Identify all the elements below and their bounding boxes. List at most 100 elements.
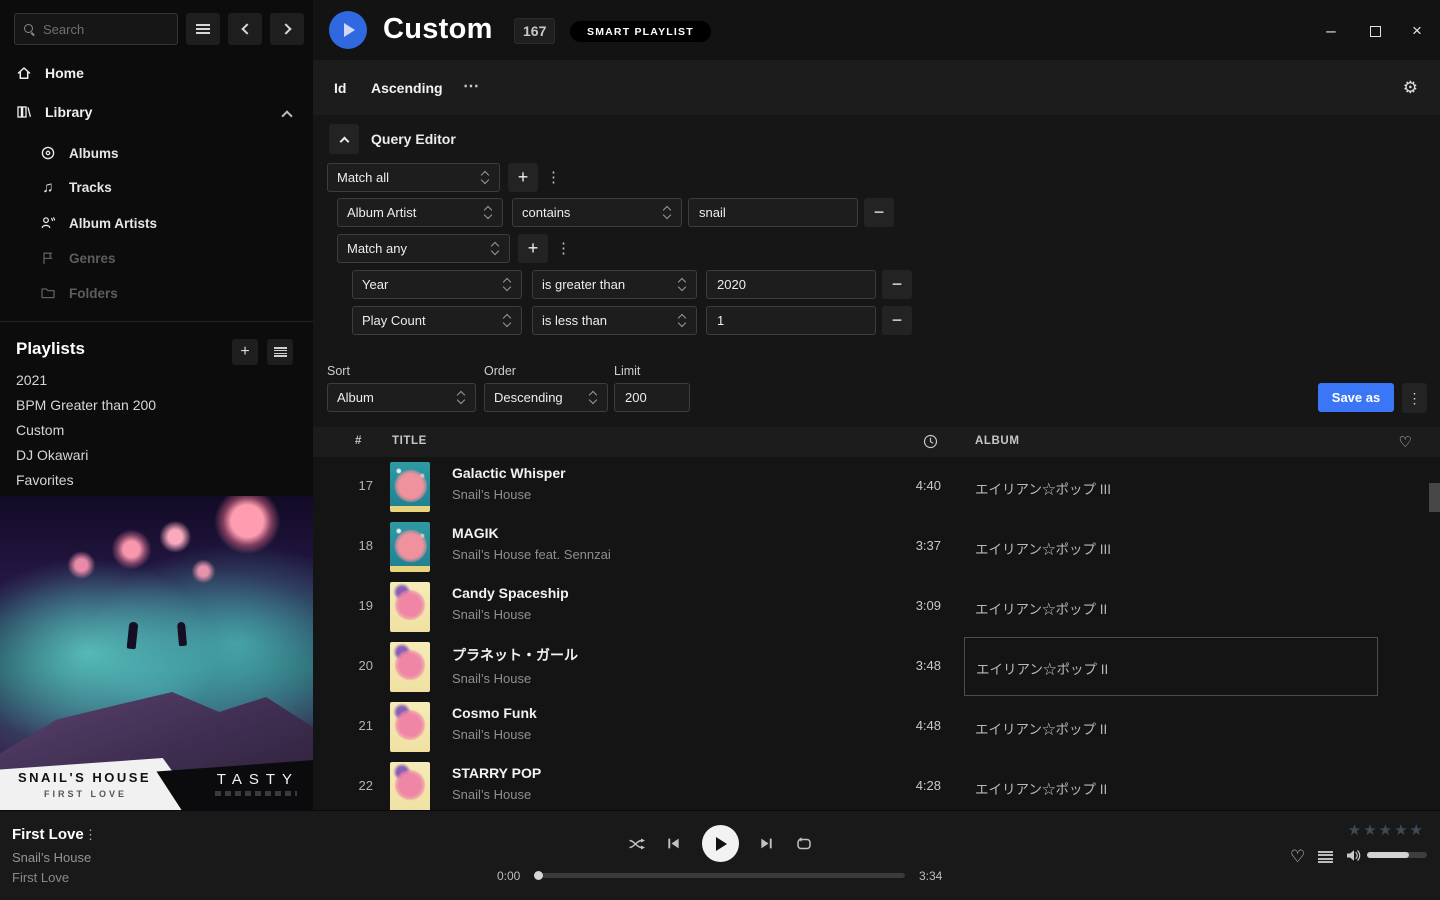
more-options-button[interactable]: ⋯: [463, 76, 480, 96]
volume-icon[interactable]: [1345, 848, 1362, 863]
play-playlist-button[interactable]: [329, 11, 367, 49]
rule3-value-input[interactable]: [706, 306, 876, 335]
playlist-view-button[interactable]: [267, 339, 293, 365]
playlist-item[interactable]: Favorites: [16, 472, 74, 488]
repeat-button[interactable]: [795, 835, 813, 853]
add-playlist-button[interactable]: +: [232, 339, 258, 365]
menu-button[interactable]: [186, 13, 220, 45]
shuffle-button[interactable]: [628, 835, 646, 853]
window-minimize-button[interactable]: –: [1322, 22, 1340, 40]
sidebar-item-library[interactable]: Library: [16, 104, 92, 120]
add-rule-button-2[interactable]: +: [518, 234, 548, 263]
seek-bar[interactable]: [535, 873, 905, 878]
select-caret-icon: [503, 313, 512, 328]
playlist-item[interactable]: Custom: [16, 422, 64, 438]
star-icon[interactable]: ★: [1363, 821, 1376, 839]
column-title[interactable]: TITLE: [392, 435, 427, 447]
rule2-field-select[interactable]: Year: [352, 270, 522, 299]
match-mode-select-1[interactable]: Match all: [327, 163, 500, 192]
column-album[interactable]: ALBUM: [975, 435, 1020, 447]
select-caret-icon: [484, 205, 493, 220]
album-art-thumbnail: [390, 762, 430, 810]
order-select[interactable]: Descending: [484, 383, 608, 412]
rule3-remove-button[interactable]: −: [882, 306, 912, 335]
sidebar-item-tracks[interactable]: ♫ Tracks: [40, 180, 112, 195]
table-row[interactable]: 20 プラネット・ガール Snail’s House 3:48 エイリアン☆ポッ…: [313, 637, 1440, 697]
rule1-operator-select[interactable]: contains: [512, 198, 682, 227]
rule3-field-select[interactable]: Play Count: [352, 306, 522, 335]
rule2-remove-button[interactable]: −: [882, 270, 912, 299]
collapse-library-icon[interactable]: [281, 110, 292, 121]
table-row[interactable]: 21 Cosmo Funk Snail’s House 4:48 エイリアン☆ポ…: [313, 697, 1440, 757]
search-box[interactable]: [14, 13, 178, 45]
favorite-column-heart-icon[interactable]: ♡: [1399, 433, 1412, 451]
playlist-item[interactable]: 2021: [16, 372, 47, 388]
track-number: 18: [333, 538, 373, 553]
play-pause-button[interactable]: [702, 825, 739, 862]
now-playing-album: First Love: [12, 870, 69, 885]
maximize-icon: [1370, 26, 1381, 37]
playlist-header: Custom 167 SMART PLAYLIST – ×: [313, 0, 1440, 60]
group-menu-button-2[interactable]: ⋮: [556, 239, 571, 257]
track-title: Candy Spaceship: [452, 585, 569, 601]
rule2-value-input[interactable]: [706, 270, 876, 299]
volume-slider[interactable]: [1367, 852, 1427, 858]
rule1-value-input[interactable]: [688, 198, 858, 227]
focused-album-cell[interactable]: エイリアン☆ポップ II: [964, 637, 1378, 696]
sidebar: Home Library Albums ♫ Tracks Album Artis…: [0, 0, 313, 810]
duration-column-clock-icon[interactable]: [923, 434, 938, 449]
elapsed-time: 0:00: [497, 869, 523, 883]
search-input[interactable]: [43, 22, 153, 37]
limit-input[interactable]: [614, 383, 690, 412]
track-title: STARRY POP: [452, 765, 541, 781]
back-button[interactable]: [228, 13, 262, 45]
column-number[interactable]: #: [355, 435, 362, 447]
window-close-button[interactable]: ×: [1408, 22, 1426, 40]
album-art-thumbnail: [390, 642, 430, 692]
scrollbar-thumb[interactable]: [1429, 483, 1440, 512]
rule1-remove-button[interactable]: −: [864, 198, 894, 227]
settings-gear-icon[interactable]: ⚙: [1403, 78, 1418, 98]
track-duration: 3:09: [873, 598, 941, 613]
query-menu-button[interactable]: ⋮: [1402, 383, 1427, 413]
add-rule-button-1[interactable]: +: [508, 163, 538, 192]
sidebar-item-album-artists[interactable]: Album Artists: [40, 215, 157, 231]
table-row[interactable]: 17 Galactic Whisper Snail’s House 4:40 エ…: [313, 457, 1440, 517]
playlist-item[interactable]: DJ Okawari: [16, 447, 88, 463]
window-maximize-button[interactable]: [1366, 22, 1384, 40]
star-icon[interactable]: ★: [1348, 821, 1361, 839]
query-editor-collapse-button[interactable]: [329, 124, 359, 154]
rule3-operator-select[interactable]: is less than: [532, 306, 697, 335]
order-label: Order: [484, 364, 516, 378]
next-track-button[interactable]: [758, 835, 776, 853]
sort-field-button[interactable]: Id: [334, 80, 346, 96]
star-icon[interactable]: ★: [1410, 821, 1423, 839]
queue-button[interactable]: [1318, 851, 1333, 863]
star-icon[interactable]: ★: [1394, 821, 1407, 839]
sort-direction-button[interactable]: Ascending: [371, 80, 443, 96]
seek-handle[interactable]: [534, 871, 543, 880]
table-row[interactable]: 18 MAGIK Snail’s House feat. Sennzai 3:3…: [313, 517, 1440, 577]
repeat-icon: [795, 836, 813, 852]
query-editor-title: Query Editor: [371, 131, 456, 147]
now-playing-cover-art: SNAIL'S HOUSE FIRST LOVE TASTY: [0, 496, 313, 810]
rule1-field-select[interactable]: Album Artist: [337, 198, 503, 227]
save-as-button[interactable]: Save as: [1318, 383, 1394, 412]
match-mode-select-2[interactable]: Match any: [337, 234, 510, 263]
sidebar-item-genres[interactable]: Genres: [40, 250, 116, 266]
forward-button[interactable]: [270, 13, 304, 45]
table-row[interactable]: 22 STARRY POP Snail’s House 4:28 エイリアン☆ポ…: [313, 757, 1440, 810]
previous-track-button[interactable]: [665, 835, 683, 853]
track-album: エイリアン☆ポップ II: [975, 778, 1107, 798]
favorite-heart-button[interactable]: ♡: [1290, 847, 1305, 867]
playlist-item[interactable]: BPM Greater than 200: [16, 397, 156, 413]
track-artist: Snail’s House: [452, 787, 541, 802]
table-row[interactable]: 19 Candy Spaceship Snail’s House 3:09 エイ…: [313, 577, 1440, 637]
star-icon[interactable]: ★: [1379, 821, 1392, 839]
sidebar-item-home[interactable]: Home: [16, 65, 84, 81]
group-menu-button-1[interactable]: ⋮: [546, 168, 561, 186]
sidebar-item-folders[interactable]: Folders: [40, 285, 118, 301]
sort-select[interactable]: Album: [327, 383, 476, 412]
sidebar-item-albums[interactable]: Albums: [40, 145, 119, 161]
rule2-operator-select[interactable]: is greater than: [532, 270, 697, 299]
